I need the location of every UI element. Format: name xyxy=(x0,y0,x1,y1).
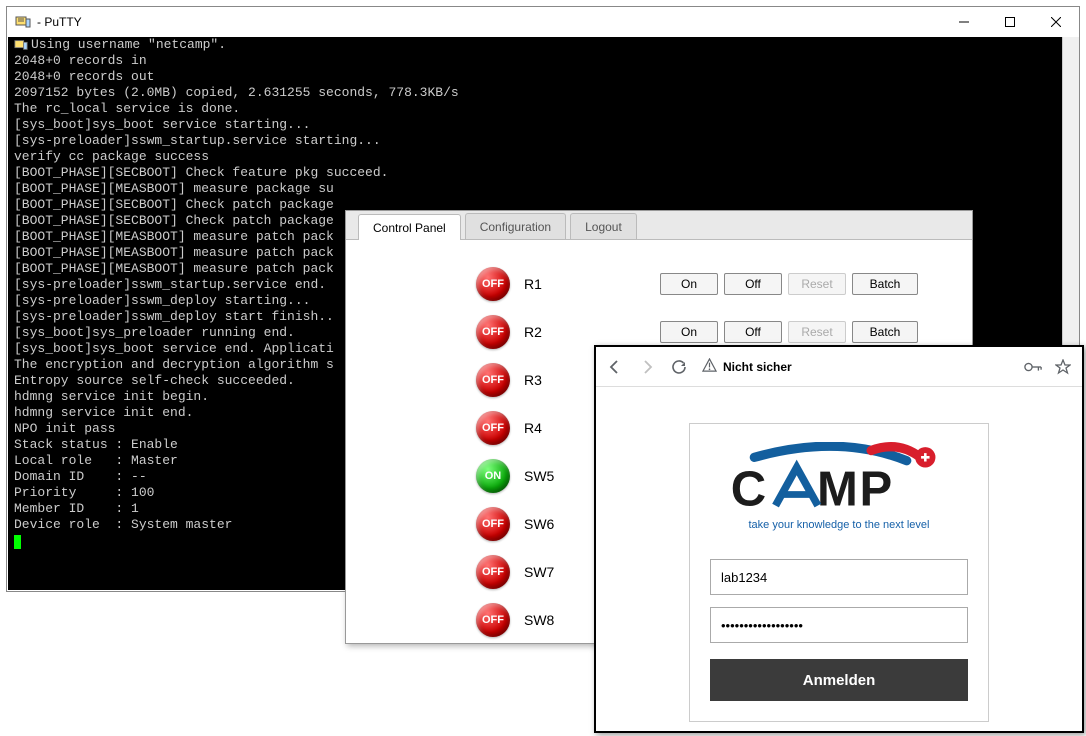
status-bulb: OFF xyxy=(476,363,510,397)
on-button[interactable]: On xyxy=(660,273,718,295)
window-minimize-button[interactable] xyxy=(941,7,987,37)
device-row: OFF R1 On Off Reset Batch xyxy=(476,260,942,308)
status-bulb: OFF xyxy=(476,507,510,541)
password-key-icon[interactable] xyxy=(1024,358,1042,376)
device-label: SW8 xyxy=(524,612,604,628)
window-close-button[interactable] xyxy=(1033,7,1079,37)
username-input[interactable] xyxy=(710,559,968,595)
logo-tagline: take your knowledge to the next level xyxy=(710,519,968,531)
tab-bar: Control Panel Configuration Logout xyxy=(346,211,972,240)
device-label: R4 xyxy=(524,420,604,436)
close-icon xyxy=(1051,17,1061,27)
tab-configuration[interactable]: Configuration xyxy=(465,213,566,239)
batch-button[interactable]: Batch xyxy=(852,321,918,343)
off-button[interactable]: Off xyxy=(724,273,782,295)
on-button[interactable]: On xyxy=(660,321,718,343)
device-label: SW5 xyxy=(524,468,604,484)
batch-button[interactable]: Batch xyxy=(852,273,918,295)
back-button[interactable] xyxy=(606,358,624,376)
svg-text:C: C xyxy=(731,463,766,517)
login-card: C MP take your knowledge to the next lev… xyxy=(689,423,989,722)
device-label: R3 xyxy=(524,372,604,388)
device-label: R2 xyxy=(524,324,604,340)
device-label: SW6 xyxy=(524,516,604,532)
tab-control-panel[interactable]: Control Panel xyxy=(358,214,461,240)
arrow-left-icon xyxy=(607,359,623,375)
svg-text:MP: MP xyxy=(817,463,894,517)
status-bulb: OFF xyxy=(476,411,510,445)
device-label: R1 xyxy=(524,276,604,292)
browser-window: Nicht sicher C MP xyxy=(594,345,1084,733)
status-bulb: OFF xyxy=(476,603,510,637)
warning-icon xyxy=(702,358,717,376)
password-input[interactable] xyxy=(710,607,968,643)
bookmark-star-icon[interactable] xyxy=(1054,358,1072,376)
arrow-right-icon xyxy=(639,359,655,375)
reset-button: Reset xyxy=(788,321,846,343)
tab-logout[interactable]: Logout xyxy=(570,213,637,239)
security-label: Nicht sicher xyxy=(723,360,792,374)
forward-button[interactable] xyxy=(638,358,656,376)
reload-icon xyxy=(671,359,687,375)
maximize-icon xyxy=(1005,17,1015,27)
browser-toolbar: Nicht sicher xyxy=(596,347,1082,387)
off-button[interactable]: Off xyxy=(724,321,782,343)
status-bulb: ON xyxy=(476,459,510,493)
camp-logo: C MP xyxy=(729,442,949,520)
window-maximize-button[interactable] xyxy=(987,7,1033,37)
status-bulb: OFF xyxy=(476,555,510,589)
device-label: SW7 xyxy=(524,564,604,580)
minimize-icon xyxy=(959,17,969,27)
putty-app-icon xyxy=(15,14,31,30)
status-bulb: OFF xyxy=(476,315,510,349)
status-bulb: OFF xyxy=(476,267,510,301)
reload-button[interactable] xyxy=(670,358,688,376)
security-indicator[interactable]: Nicht sicher xyxy=(702,358,792,376)
login-button[interactable]: Anmelden xyxy=(710,659,968,701)
reset-button: Reset xyxy=(788,273,846,295)
putty-title: - PuTTY xyxy=(37,15,82,29)
putty-titlebar: - PuTTY xyxy=(7,7,1079,37)
